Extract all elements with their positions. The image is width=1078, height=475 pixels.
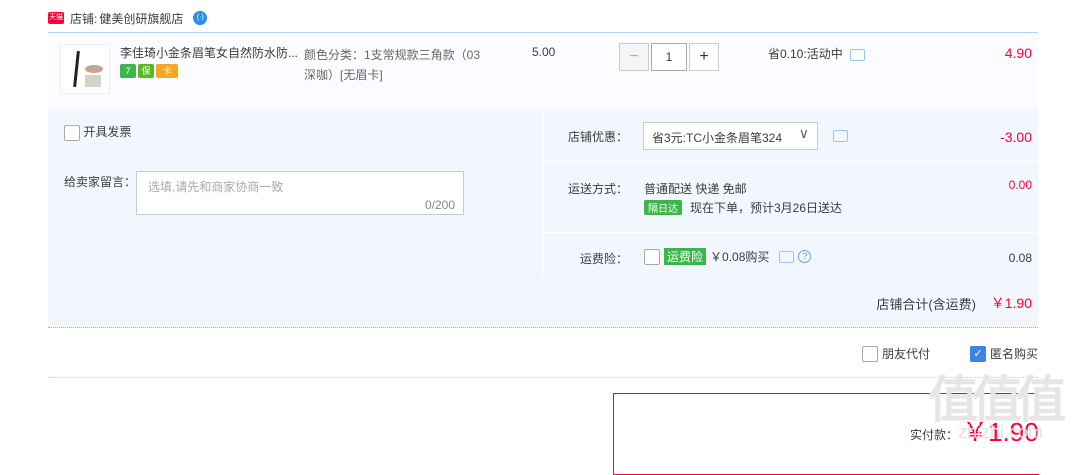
message-label: 给卖家留言： [64,175,137,189]
friend-pay-label: 朋友代付 [882,347,931,361]
discount-label: 店铺优惠： [568,130,629,144]
promo-info: 省0.10:活动中 [768,45,866,62]
shipping-amount: 0.00 [1008,178,1032,192]
quantity-input[interactable]: 1 [651,43,687,71]
sku-line-2: 深咖）[无眉卡] [304,68,383,82]
sku-info: 颜色分类：1支常规款三角款（03 深咖）[无眉卡] [304,45,480,85]
discount-select[interactable]: 省3元:TC小金条眉笔324 ∨ [643,122,818,150]
friend-pay-checkbox[interactable] [862,345,878,362]
discount-selected: 省3元:TC小金条眉笔324 [652,131,783,145]
chevron-down-icon: ∨ [798,125,809,141]
quantity-stepper: − 1 + [619,43,719,71]
shipping-method: 普通配送 快递 免邮 [644,182,747,196]
separator [48,377,1038,378]
shop-label: 店铺: [70,11,98,26]
help-icon[interactable]: ? [798,250,812,263]
insurance-label: 运费险： [580,252,629,266]
discount-chat-icon[interactable] [833,130,848,142]
insurance-checkbox[interactable] [644,248,660,265]
shop-name[interactable]: 健美创研旗舰店 [99,10,183,27]
invoice-checkbox[interactable] [64,124,80,141]
message-field[interactable]: 选填,请先和商家协商一致 0/200 [136,171,464,215]
panel-divider [543,109,544,277]
guarantee-icon: 保 [138,64,154,78]
tmall-logo: 天猫 [48,12,64,24]
panel-divider [544,232,1038,233]
product-title[interactable]: 李佳琦小金条眉笔女自然防水防... [120,44,300,61]
shop-total-row: 店铺合计(含运费) ￥1.90 [48,277,1038,328]
unit-price: 5.00 [532,45,556,59]
invoice-label: 开具发票 [83,125,132,139]
sku-line-1: 颜色分类：1支常规款三角款（03 [304,48,481,62]
shop-total-amount: ￥1.90 [990,295,1032,311]
insurance-amount: 0.08 [1008,251,1032,265]
next-day-delivery-badge: 隔日达 [644,200,682,215]
promo-chat-icon[interactable] [850,48,866,61]
item-subtotal: 4.90 [1004,45,1032,61]
credit-card-icon: 卡 [156,64,178,78]
wangwang-chat-icon[interactable]: (·) [193,11,208,25]
discount-amount: -3.00 [1000,129,1032,145]
insurance-option: 运费险 ￥0.08购买 ? [644,248,812,265]
seven-day-return-icon: 7 [120,64,136,78]
insurance-tag: 运费险 [664,248,707,265]
increase-quantity-button[interactable]: + [689,43,719,71]
shipping-eta: 隔日达 现在下单，预计3月26日送达 [644,199,842,216]
insurance-chat-icon[interactable] [779,250,795,263]
promo-text: 省0.10:活动中 [768,47,843,61]
decrease-quantity-button[interactable]: − [619,43,649,71]
invoice-option[interactable]: 开具发票 [64,123,131,141]
shipping-label: 运送方式： [568,182,629,196]
site-watermark-url: zhizhi.com [958,422,1044,442]
shop-total-label: 店铺合计(含运费) [876,297,976,312]
product-thumbnail[interactable] [60,44,110,94]
message-char-count: 0/200 [424,198,455,212]
panel-divider [544,161,1038,162]
insurance-price: ￥0.08购买 [710,250,770,264]
message-placeholder: 选填,请先和商家协商一致 [148,180,284,194]
shipping-eta-text: 现在下单，预计3月26日送达 [690,201,843,215]
service-badges: 7 保 卡 [120,64,178,78]
shop-header: 天猫 店铺: 健美创研旗舰店 (·) [48,10,208,27]
friend-pay-option[interactable]: 朋友代付 [862,345,930,362]
